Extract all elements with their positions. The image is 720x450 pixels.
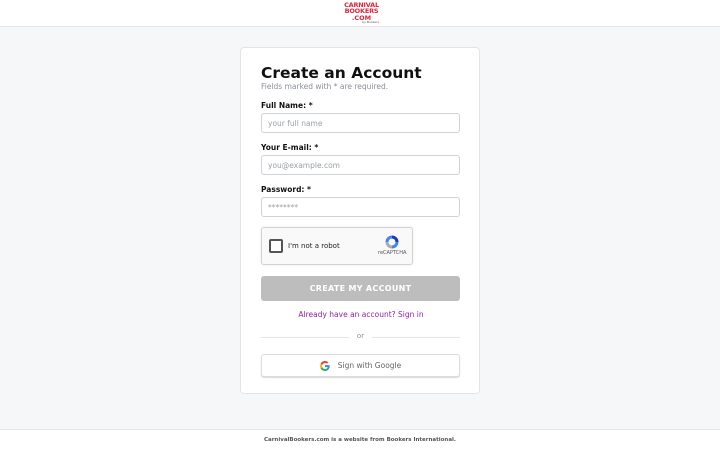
google-icon	[319, 360, 330, 371]
recaptcha-brand: reCAPTCHA	[378, 250, 407, 256]
google-button-label: Sign with Google	[337, 361, 402, 370]
required-note: Fields marked with * are required.	[261, 82, 389, 91]
sign-in-link[interactable]: Already have an account? Sign in	[241, 310, 481, 319]
footer-text: CarnivalBookers.com is a website from Bo…	[263, 437, 457, 443]
divider-text: or	[356, 332, 365, 340]
email-input[interactable]	[261, 155, 460, 175]
footer: CarnivalBookers.com is a website from Bo…	[0, 429, 720, 450]
full-name-label: Full Name: *	[261, 101, 313, 110]
signup-card: Create an Account Fields marked with * a…	[240, 47, 480, 394]
password-input[interactable]	[261, 197, 460, 217]
recaptcha-icon	[385, 235, 399, 249]
or-divider: or	[261, 332, 460, 342]
recaptcha-checkbox[interactable]	[269, 239, 283, 253]
google-sign-in-button[interactable]: Sign with Google	[261, 354, 460, 377]
carnival-bookers-logo[interactable]: CARNIVAL BOOKERS .COM by Bookers	[344, 2, 379, 25]
recaptcha-widget: I'm not a robot reCAPTCHA	[261, 227, 413, 265]
create-account-button[interactable]: CREATE MY ACCOUNT	[261, 276, 460, 301]
email-label: Your E-mail: *	[261, 143, 319, 152]
divider-line-right	[372, 337, 460, 338]
page-title: Create an Account	[261, 64, 422, 82]
full-name-input[interactable]	[261, 113, 460, 133]
logo-sub: by Bookers	[362, 20, 379, 25]
password-label: Password: *	[261, 185, 311, 194]
recaptcha-label: I'm not a robot	[288, 242, 340, 250]
top-bar: CARNIVAL BOOKERS .COM by Bookers	[0, 0, 720, 27]
